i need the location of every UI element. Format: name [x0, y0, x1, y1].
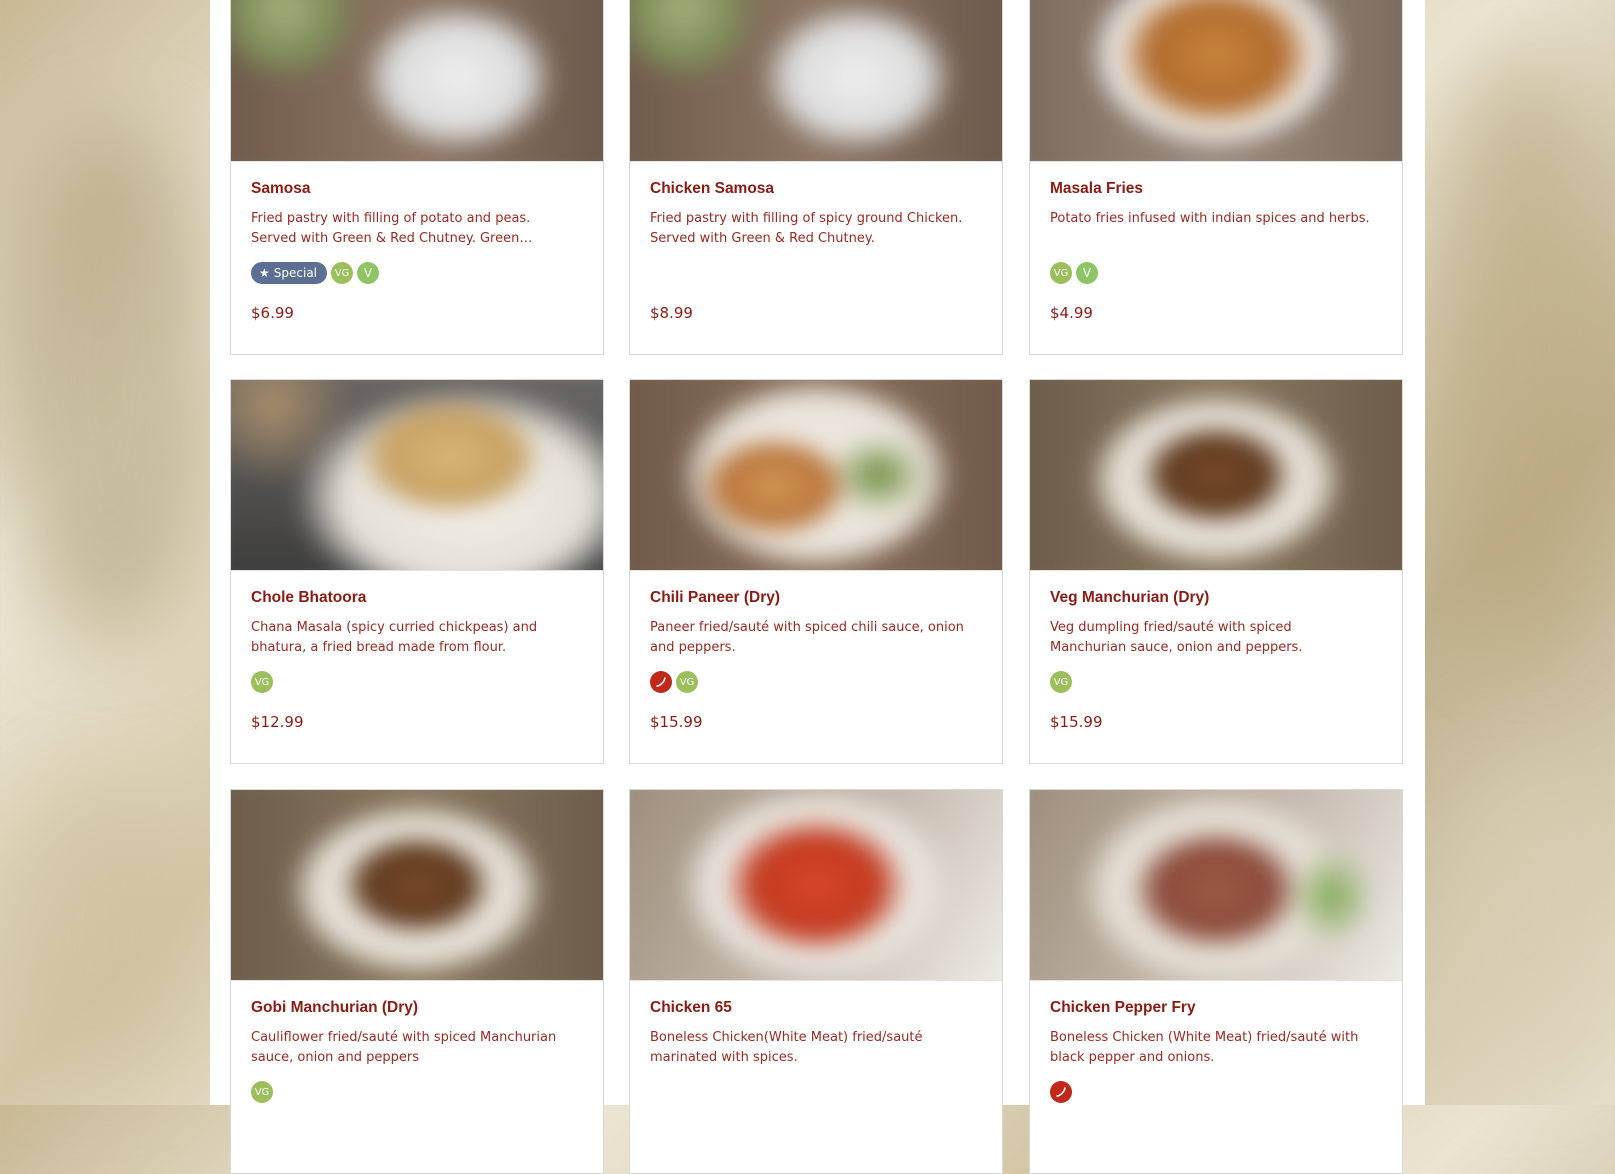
item-name: Veg Manchurian (Dry)	[1050, 589, 1210, 606]
item-description: Boneless Chicken(White Meat) fried/sauté…	[650, 1030, 923, 1065]
chili-pepper-icon	[1050, 1081, 1072, 1103]
item-tags: VG V	[1050, 262, 1098, 284]
item-tags: VG	[1050, 671, 1072, 693]
item-description: Fried pastry with filling of spicy groun…	[650, 211, 963, 246]
item-name: Chicken Pepper Fry	[1050, 999, 1196, 1016]
menu-item-card[interactable]: Gobi Manchurian (Dry) Cauliflower fried/…	[230, 789, 604, 1174]
item-description: Chana Masala (spicy curried chickpeas) a…	[251, 620, 538, 655]
dish-photo	[630, 380, 1002, 571]
dish-photo	[1030, 790, 1402, 981]
chili-pepper-icon	[650, 671, 672, 693]
item-price: $12.99	[251, 713, 304, 731]
menu-item-card[interactable]: Samosa Fried pastry with filling of pota…	[230, 0, 604, 355]
dish-photo	[1030, 0, 1402, 162]
item-tags: ★ Special VG V	[251, 262, 380, 284]
menu-item-card[interactable]: Masala Fries Potato fries infused with i…	[1029, 0, 1403, 355]
item-description: Boneless Chicken (White Meat) fried/saut…	[1050, 1030, 1359, 1065]
menu-item-card[interactable]: Veg Manchurian (Dry) Veg dumpling fried/…	[1029, 379, 1403, 764]
item-tags: VG	[650, 671, 698, 693]
item-tags: VG	[251, 671, 273, 693]
dish-photo	[231, 380, 603, 571]
star-icon: ★	[259, 266, 270, 280]
item-tags	[1050, 1081, 1072, 1103]
item-name: Chole Bhatoora	[251, 589, 367, 606]
dish-photo	[231, 0, 603, 162]
menu-page: Samosa Fried pastry with filling of pota…	[210, 0, 1425, 1174]
item-name: Chili Paneer (Dry)	[650, 589, 781, 606]
item-name: Samosa	[251, 180, 311, 197]
item-price: $15.99	[650, 713, 703, 731]
item-name: Chicken 65	[650, 999, 732, 1016]
special-badge: ★ Special	[251, 262, 328, 284]
vegan-badge: VG	[331, 262, 354, 284]
vegan-badge: VG	[1050, 671, 1072, 693]
item-price: $8.99	[650, 304, 693, 322]
item-price: $4.99	[1050, 304, 1093, 322]
menu-item-card[interactable]: Chole Bhatoora Chana Masala (spicy curri…	[230, 379, 604, 764]
vegetarian-badge: V	[1076, 262, 1098, 284]
vegan-badge: VG	[251, 1081, 273, 1103]
dish-photo	[1030, 380, 1402, 571]
vegan-badge: VG	[251, 671, 273, 693]
item-price: $6.99	[251, 304, 294, 322]
menu-item-card[interactable]: Chicken 65 Boneless Chicken(White Meat) …	[629, 789, 1003, 1174]
item-description: Veg dumpling fried/sauté with spiced Man…	[1050, 620, 1303, 655]
item-name: Chicken Samosa	[650, 180, 775, 197]
item-description: Potato fries infused with indian spices …	[1050, 211, 1370, 226]
menu-item-card[interactable]: Chicken Samosa Fried pastry with filling…	[629, 0, 1003, 355]
item-name: Gobi Manchurian (Dry)	[251, 999, 419, 1016]
dish-photo	[630, 0, 1002, 162]
item-description: Fried pastry with filling of potato and …	[251, 211, 531, 246]
vegan-badge: VG	[676, 671, 698, 693]
dish-photo	[630, 790, 1002, 981]
item-description: Paneer fried/sauté with spiced chili sau…	[650, 620, 964, 655]
menu-item-card[interactable]: Chicken Pepper Fry Boneless Chicken (Whi…	[1029, 789, 1403, 1174]
vegetarian-badge: V	[357, 262, 380, 284]
vegan-badge: VG	[1050, 262, 1072, 284]
item-price: $15.99	[1050, 713, 1103, 731]
item-tags: VG	[251, 1081, 273, 1103]
item-description: Cauliflower fried/sauté with spiced Manc…	[251, 1030, 557, 1065]
special-label: Special	[273, 266, 318, 280]
dish-photo	[231, 790, 603, 981]
menu-item-card[interactable]: Chili Paneer (Dry) Paneer fried/sauté wi…	[629, 379, 1003, 764]
item-name: Masala Fries	[1050, 180, 1144, 197]
